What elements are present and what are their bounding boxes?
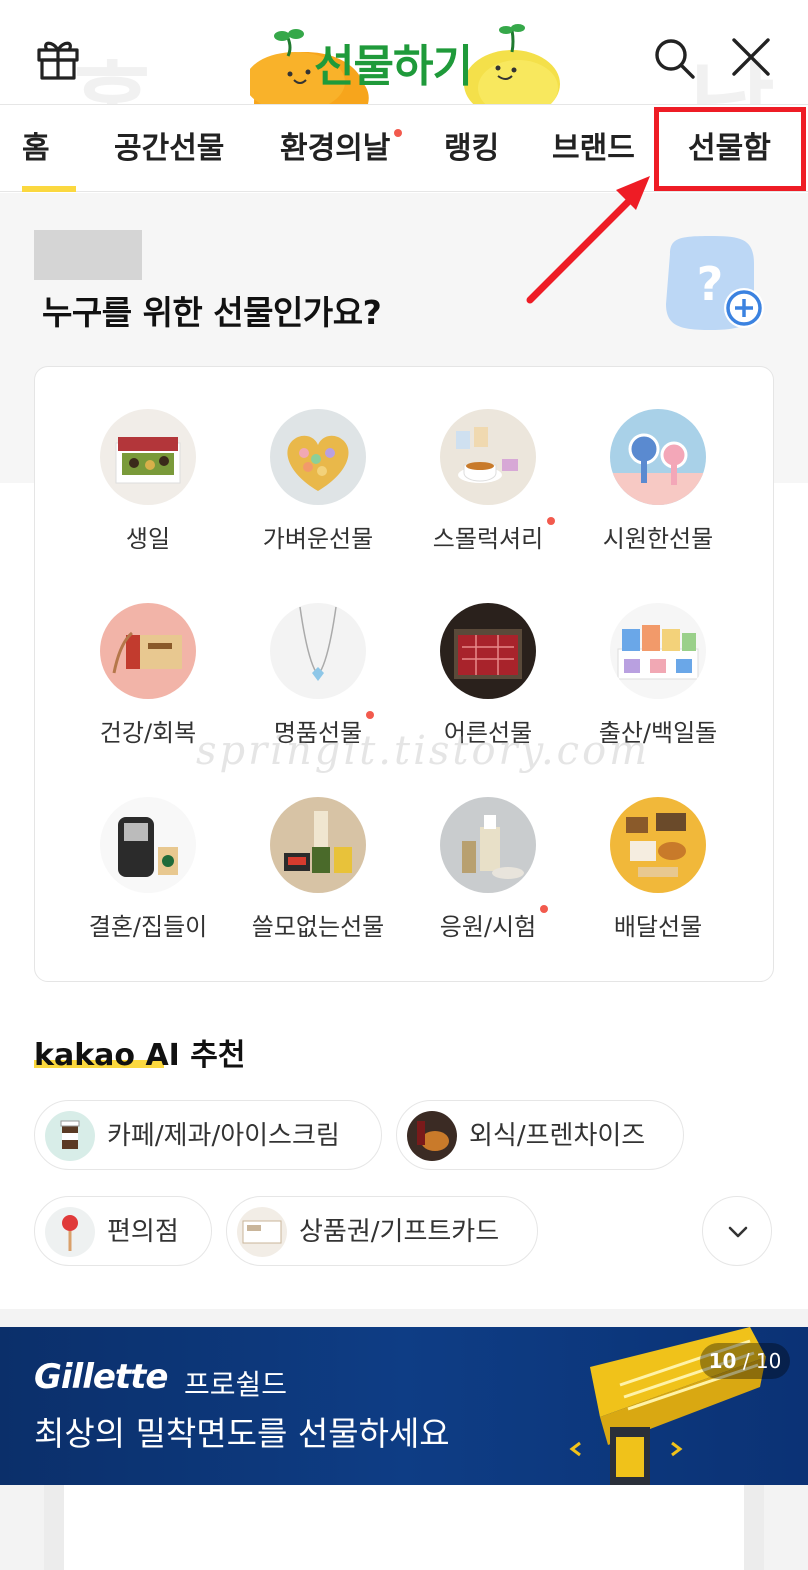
category-small-luxury[interactable]: 스몰럭셔리 [403, 409, 573, 554]
header-ghost-text-left: 홈 [70, 32, 155, 104]
banner-current-page: 10 [708, 1349, 737, 1373]
gift-box-icon[interactable] [34, 34, 82, 82]
category-cool-gift[interactable]: 시원한선물 [573, 409, 743, 554]
next-section-card [44, 1485, 764, 1570]
category-label: 배달선물 [613, 913, 703, 941]
new-dot [394, 129, 402, 137]
expand-chips-button[interactable] [702, 1196, 772, 1266]
category-label: 시원한선물 [602, 525, 714, 553]
ai-chip-gift-card[interactable]: 상품권/기프트카드 [226, 1196, 538, 1266]
beef-set-photo [440, 603, 536, 699]
tab-ranking[interactable]: 랭킹 [444, 105, 499, 193]
redacted-name-placeholder [34, 230, 142, 280]
category-wedding[interactable]: 결혼/집들이 [63, 797, 233, 942]
gift-shop-logo[interactable]: 선물하기 [250, 22, 560, 104]
category-birthday[interactable]: 생일 [63, 409, 233, 554]
tab-home[interactable]: 홈 [22, 105, 50, 193]
red-arrow-annotation [526, 176, 650, 304]
chevron-down-icon [728, 1226, 748, 1238]
banner-brand-sub: 프로쉴드 [184, 1368, 288, 1401]
chip-label: 상품권/기프트카드 [299, 1217, 500, 1247]
friend-add-button[interactable]: ? [660, 234, 770, 334]
tea-set-photo [440, 409, 536, 505]
category-baby[interactable]: 출산/백일돌 [573, 603, 743, 748]
ai-suffix-text: 추천 [190, 1038, 246, 1073]
svg-text:?: ? [697, 257, 724, 311]
banner-page-counter: 10 / 10 [700, 1343, 790, 1379]
chicken-icon [407, 1111, 457, 1161]
section-separator [0, 1309, 808, 1327]
category-cheer-exam[interactable]: 응원/시험 [403, 797, 573, 942]
chip-label: 외식/프렌차이즈 [469, 1121, 646, 1151]
chip-label: 카페/제과/아이스크림 [107, 1121, 340, 1151]
ai-chip-cafe[interactable]: 카페/제과/아이스크림 [34, 1100, 382, 1170]
tab-space-gift[interactable]: 공간선물 [114, 105, 224, 193]
category-label: 응원/시험 [439, 905, 549, 942]
tab-environment-day-label: 환경의날 [280, 131, 391, 166]
serum-bottle-photo [440, 797, 536, 893]
macaron-box-photo [270, 409, 366, 505]
new-dot [547, 517, 556, 525]
new-dot [540, 905, 549, 913]
category-useless-gift[interactable]: 쓸모없는선물 [233, 797, 403, 942]
category-luxury-gift[interactable]: 명품선물 [233, 603, 403, 748]
category-label: 생일 [125, 525, 171, 553]
banner-brand-logo: Gillette [34, 1357, 168, 1397]
active-tab-indicator [22, 186, 76, 192]
necklace-photo [270, 603, 366, 699]
search-icon[interactable] [652, 36, 698, 82]
ai-brand-text: kakao AI [34, 1038, 180, 1073]
category-label-text: 응원/시험 [439, 913, 537, 941]
close-icon[interactable] [730, 36, 772, 78]
category-light-gift[interactable]: 가벼운선물 [233, 409, 403, 554]
banner-title: 최상의 밀착면도를 선물하세요 [34, 1414, 450, 1453]
lollipop-icon [45, 1207, 95, 1257]
category-label: 스몰럭셔리 [432, 517, 556, 554]
delivery-food-photo [610, 797, 706, 893]
watermark-text: springit.tistory.com [196, 728, 651, 774]
top-header: 홈 남 [0, 0, 808, 104]
birthday-gift-photo [100, 409, 196, 505]
ai-recommend-title: kakao AI 추천 [34, 1030, 245, 1074]
baby-goods-photo [610, 603, 706, 699]
chip-label: 편의점 [107, 1217, 179, 1247]
category-grid-card: 생일 가벼운선물 스몰럭셔리 시원한선물 건강/회복 명품선물 어른선물 출산/… [34, 366, 774, 982]
handy-fan-photo [610, 409, 706, 505]
banner-total-pages: / 10 [742, 1349, 782, 1373]
category-label: 결혼/집들이 [88, 913, 208, 941]
category-label: 건강/회복 [99, 719, 197, 747]
funny-gift-photo [270, 797, 366, 893]
logo-text: 선물하기 [314, 41, 473, 92]
highlight-annotation-box [654, 107, 806, 191]
gift-card-icon [237, 1207, 287, 1257]
category-label-text: 스몰럭셔리 [432, 525, 544, 553]
coffee-cup-icon [45, 1111, 95, 1161]
tab-environment-day[interactable]: 환경의날 [280, 105, 402, 193]
friend-question-title: 누구를 위한 선물인가요? [42, 293, 382, 332]
category-label: 가벼운선물 [262, 525, 374, 553]
red-ginseng-photo [100, 603, 196, 699]
ai-chip-restaurant[interactable]: 외식/프렌차이즈 [396, 1100, 684, 1170]
category-delivery[interactable]: 배달선물 [573, 797, 743, 942]
category-health[interactable]: 건강/회복 [63, 603, 233, 748]
category-elder-gift[interactable]: 어른선물 [403, 603, 573, 748]
coffee-machine-photo [100, 797, 196, 893]
new-dot [366, 711, 375, 719]
category-label: 쓸모없는선물 [251, 913, 385, 941]
promo-banner[interactable]: Gillette 프로쉴드 최상의 밀착면도를 선물하세요 10 / 10 [0, 1327, 808, 1485]
ai-chip-convenience-store[interactable]: 편의점 [34, 1196, 212, 1266]
